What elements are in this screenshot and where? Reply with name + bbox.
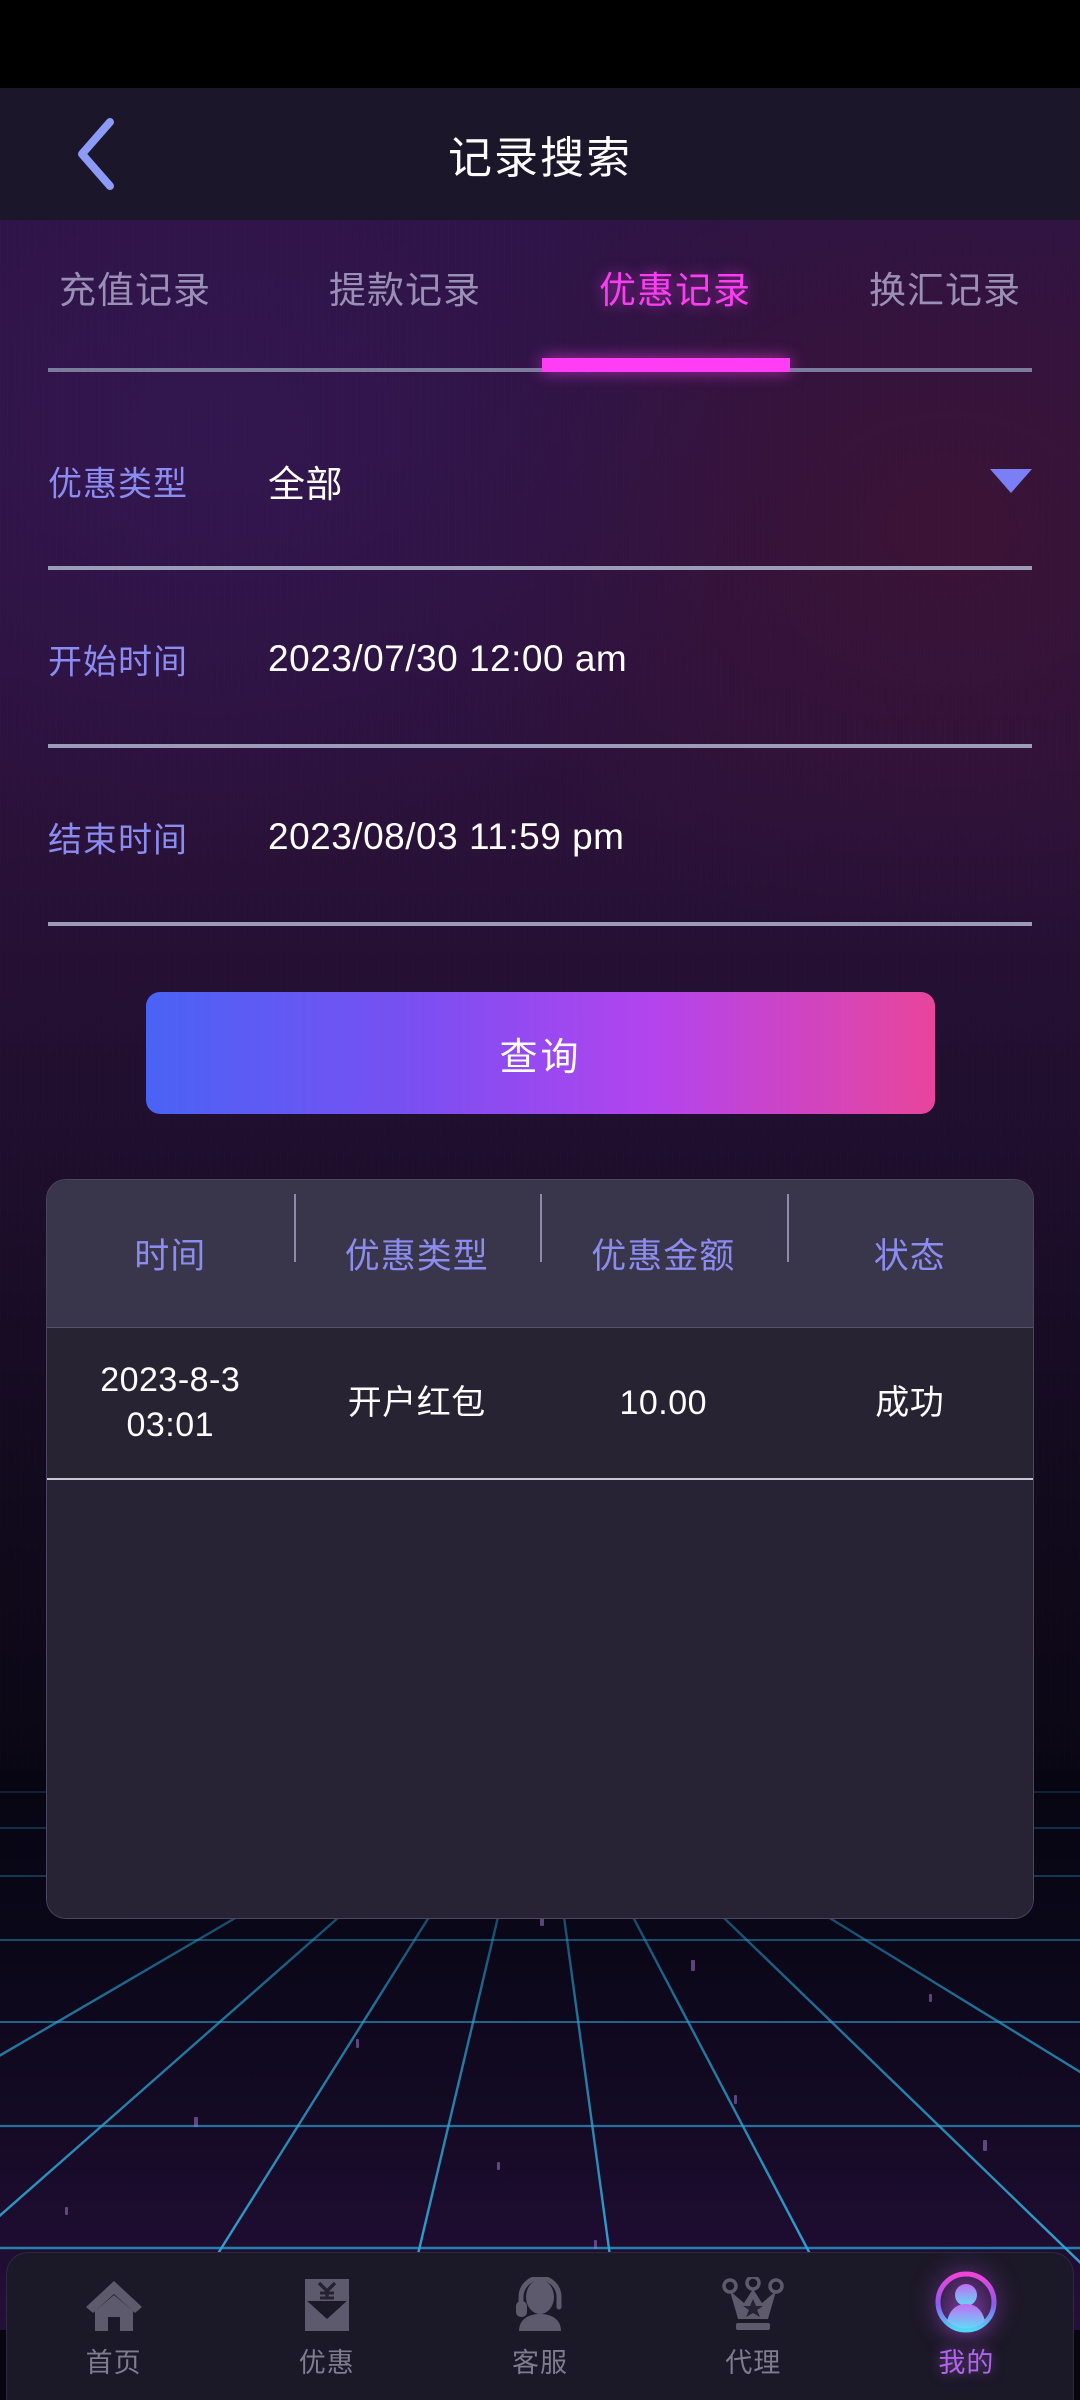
chevron-down-icon[interactable] [990,469,1032,493]
table-header-row: 时间 优惠类型 优惠金额 状态 [47,1180,1033,1328]
tab-withdrawal-records[interactable]: 提款记录 [270,220,540,314]
status-bar [0,0,1080,88]
nav-label-promotions: 优惠 [298,2348,355,2378]
nav-item-promotions[interactable]: 优惠 [220,2273,433,2380]
page-title: 记录搜索 [448,134,632,183]
column-header-amount: 优惠金额 [540,1194,787,1279]
end-time-label: 结束时间 [48,821,188,860]
promotion-type-label: 优惠类型 [48,465,188,504]
end-time-field[interactable]: 结束时间 2023/08/03 11:59 pm [0,748,1080,926]
search-filter-form: 优惠类型 全部 开始时间 2023/07/30 12:00 am 结束时间 20… [0,392,1080,926]
table-empty-area [47,1480,1033,1918]
nav-item-home[interactable]: 首页 [7,2273,220,2380]
tab-recharge-records[interactable]: 充值记录 [0,220,270,314]
crown-icon [722,2273,784,2335]
start-time-field[interactable]: 开始时间 2023/07/30 12:00 am [0,570,1080,748]
table-body: 2023-8-3 03:01 开户红包 10.00 成功 [47,1328,1033,1918]
nav-item-agent[interactable]: 代理 [647,2273,860,2380]
query-button[interactable]: 查询 [146,992,935,1114]
nav-label-agent: 代理 [725,2348,782,2378]
tab-exchange-records[interactable]: 换汇记录 [810,220,1080,314]
user-avatar-icon [933,2271,999,2335]
promotion-type-value: 全部 [268,464,343,505]
app-header: 记录搜索 [0,88,1080,220]
nav-item-support[interactable]: 客服 [433,2273,646,2380]
field-divider [48,922,1032,926]
active-tab-indicator [542,358,790,372]
chevron-left-icon [78,118,114,190]
red-envelope-icon [299,2273,355,2335]
end-time-value: 2023/08/03 11:59 pm [268,816,625,857]
column-header-time: 时间 [134,1237,207,1276]
home-icon [83,2273,145,2335]
promotion-type-field[interactable]: 优惠类型 全部 [0,392,1080,570]
cell-type: 开户红包 [347,1383,486,1422]
start-time-value: 2023/07/30 12:00 am [268,638,628,679]
column-header-status: 状态 [786,1194,1034,1279]
app-screen: 记录搜索 充值记录 提款记录 优惠记录 换汇记录 优惠类型 全部 开始时间 20… [0,0,1080,2400]
cell-status: 成功 [875,1383,945,1422]
tabs-divider [48,368,1032,372]
table-row[interactable]: 2023-8-3 03:01 开户红包 10.00 成功 [47,1328,1033,1480]
results-table: 时间 优惠类型 优惠金额 状态 2023-8-3 03:01 开户红包 10.0… [46,1179,1034,1919]
nav-label-home: 首页 [85,2348,142,2378]
cell-time: 2023-8-3 03:01 [100,1361,241,1444]
nav-label-profile: 我的 [938,2348,995,2378]
bottom-navigation: 首页 优惠 客服 代理 我的 [6,2252,1074,2400]
start-time-label: 开始时间 [48,643,188,682]
headset-support-icon [511,2273,569,2335]
column-header-type: 优惠类型 [293,1194,541,1279]
nav-item-profile[interactable]: 我的 [860,2271,1073,2380]
cell-amount: 10.00 [619,1383,708,1422]
record-type-tabs: 充值记录 提款记录 优惠记录 换汇记录 [0,220,1080,372]
back-button[interactable] [40,88,150,220]
tab-promotion-records[interactable]: 优惠记录 [540,220,810,314]
nav-label-support: 客服 [512,2348,568,2378]
